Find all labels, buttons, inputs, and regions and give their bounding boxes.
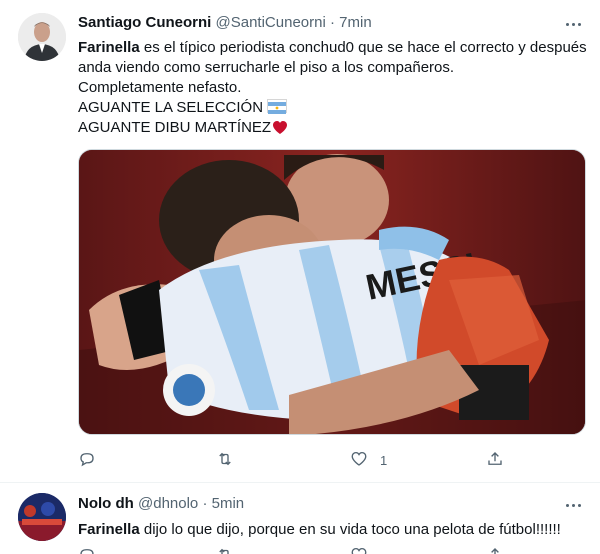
display-name[interactable]: Nolo dh xyxy=(78,495,134,512)
tweet-header: Santiago Cuneorni @SantiCuneorni · 7min xyxy=(78,13,372,33)
mention-farinella: Farinella xyxy=(78,521,140,538)
red-heart-icon xyxy=(272,120,288,141)
retweet-icon xyxy=(216,546,234,554)
tweet-text: Farinella dijo lo que dijo, porque en su… xyxy=(78,520,578,540)
tweet-text: Farinella es el típico periodista conchu… xyxy=(78,38,587,141)
user-handle[interactable]: @dhnolo xyxy=(138,495,198,512)
argentina-flag-icon xyxy=(267,99,288,114)
avatar-photo xyxy=(18,13,66,61)
tweet-media-photo[interactable]: MESSI xyxy=(78,149,586,435)
tweet-actions: 1 xyxy=(78,450,578,470)
reply-button[interactable] xyxy=(78,546,96,554)
tweet-text-line-1: es el típico periodista conchud0 que se … xyxy=(139,39,587,56)
user-avatar[interactable] xyxy=(18,13,66,61)
share-icon xyxy=(486,450,504,471)
retweet-icon xyxy=(216,450,234,471)
reply-button[interactable] xyxy=(78,450,104,471)
like-icon xyxy=(350,450,368,471)
timestamp[interactable]: 5min xyxy=(212,495,245,512)
timestamp[interactable]: 7min xyxy=(339,14,372,31)
share-button[interactable] xyxy=(486,450,512,471)
mention-farinella: Farinella xyxy=(78,39,140,56)
tweet-text-line-2: anda viendo como serrucharle el piso a l… xyxy=(78,59,455,76)
tweet-text-line-3: Completamente nefasto. xyxy=(78,79,242,96)
separator-dot: · xyxy=(329,14,335,31)
like-button[interactable]: 1 xyxy=(350,450,387,471)
reply-icon xyxy=(78,450,96,471)
tweet-actions xyxy=(78,546,578,554)
photo-players-hug: MESSI xyxy=(79,150,585,434)
more-options-icon[interactable] xyxy=(562,14,584,34)
like-button[interactable] xyxy=(350,546,368,554)
tweet-text-line-4: AGUANTE LA SELECCIÓN xyxy=(78,99,264,116)
retweet-button[interactable] xyxy=(216,450,242,471)
separator-dot: · xyxy=(202,495,208,512)
like-icon xyxy=(350,546,368,554)
reply-icon xyxy=(78,546,96,554)
tweet-text-line-1: dijo lo que dijo, porque en su vida toco… xyxy=(139,521,561,538)
display-name[interactable]: Santiago Cuneorni xyxy=(78,14,211,31)
tweet-text-line-5: AGUANTE DIBU MARTÍNEZ xyxy=(78,119,272,136)
avatar-photo xyxy=(18,493,66,541)
retweet-button[interactable] xyxy=(216,546,234,554)
share-button[interactable] xyxy=(486,546,504,554)
like-count: 1 xyxy=(380,453,388,468)
user-handle[interactable]: @SantiCuneorni xyxy=(216,14,326,31)
share-icon xyxy=(486,546,504,554)
user-avatar[interactable] xyxy=(18,493,66,541)
tweet-header: Nolo dh @dhnolo · 5min xyxy=(78,494,244,514)
more-options-icon[interactable] xyxy=(562,495,584,515)
